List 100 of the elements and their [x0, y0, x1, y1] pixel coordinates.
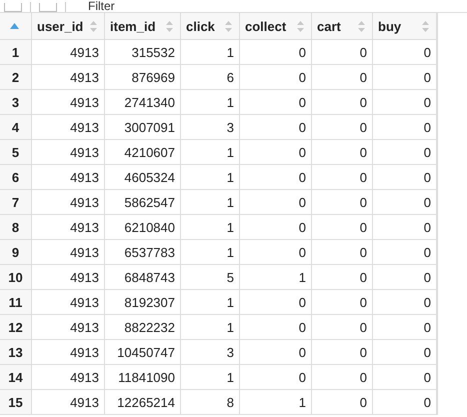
- table-cell: 1: [181, 240, 240, 264]
- table-cell: 0: [312, 215, 373, 239]
- table-cell: 0: [373, 165, 437, 189]
- column-header[interactable]: cart: [312, 13, 373, 39]
- table-cell: 1: [181, 90, 240, 114]
- sort-icon: [358, 20, 365, 32]
- table-cell: 0: [240, 190, 312, 214]
- column-header[interactable]: user_id: [32, 13, 105, 39]
- table-cell: 0: [312, 240, 373, 264]
- table-cell: 0: [373, 215, 437, 239]
- table-cell: 0: [373, 190, 437, 214]
- table-cell: 3: [181, 115, 240, 139]
- table-cell: 4913: [32, 65, 105, 89]
- table-cell: 4913: [32, 40, 105, 64]
- table-cell: 4913: [32, 265, 105, 289]
- row-number: 13: [0, 340, 32, 364]
- row-number: 4: [0, 115, 32, 139]
- table-cell: 0: [373, 315, 437, 339]
- table-cell: 1: [181, 165, 240, 189]
- table-cell: 11841090: [105, 365, 181, 389]
- table-cell: 4913: [32, 240, 105, 264]
- table-cell: 4210607: [105, 140, 181, 164]
- table-cell: 0: [240, 115, 312, 139]
- table-cell: 1: [181, 215, 240, 239]
- table-cell: 0: [312, 40, 373, 64]
- table-cell: 0: [312, 290, 373, 314]
- table-cell: 0: [312, 140, 373, 164]
- sort-icon: [90, 20, 97, 32]
- row-number: 12: [0, 315, 32, 339]
- table-cell: 6210840: [105, 215, 181, 239]
- table-cell: 0: [373, 140, 437, 164]
- table-cell: 4913: [32, 90, 105, 114]
- filter-button[interactable]: Filter: [74, 0, 115, 12]
- table-cell: 4913: [32, 115, 105, 139]
- table-cell: 0: [373, 65, 437, 89]
- table-cell: 0: [240, 140, 312, 164]
- table-cell: 6848743: [105, 265, 181, 289]
- table-cell: 8822232: [105, 315, 181, 339]
- table-cell: 315532: [105, 40, 181, 64]
- table-cell: 0: [373, 40, 437, 64]
- table-cell: 1: [181, 315, 240, 339]
- table-cell: 1: [181, 40, 240, 64]
- sort-icon: [297, 20, 304, 32]
- table-cell: 6537783: [105, 240, 181, 264]
- table-cell: 0: [240, 65, 312, 89]
- table-cell: 0: [312, 190, 373, 214]
- row-number: 7: [0, 190, 32, 214]
- sort-icon: [225, 20, 232, 32]
- table-cell: 0: [312, 315, 373, 339]
- row-number: 14: [0, 365, 32, 389]
- table-cell: 0: [312, 90, 373, 114]
- table-cell: 8192307: [105, 290, 181, 314]
- table-cell: 2741340: [105, 90, 181, 114]
- table-cell: 4605324: [105, 165, 181, 189]
- table-cell: 0: [240, 240, 312, 264]
- row-number: 8: [0, 215, 32, 239]
- row-number: 6: [0, 165, 32, 189]
- table-cell: 1: [240, 390, 312, 414]
- row-number: 15: [0, 390, 32, 414]
- column-header[interactable]: item_id: [105, 13, 181, 39]
- row-number: 10: [0, 265, 32, 289]
- table-cell: 876969: [105, 65, 181, 89]
- table-cell: 0: [312, 340, 373, 364]
- table-cell: 0: [373, 240, 437, 264]
- table-cell: 6: [181, 65, 240, 89]
- table-cell: 0: [312, 115, 373, 139]
- table-cell: 4913: [32, 215, 105, 239]
- column-header[interactable]: collect: [240, 13, 312, 39]
- table-cell: 1: [240, 265, 312, 289]
- table-cell: 0: [312, 390, 373, 414]
- table-cell: 0: [312, 65, 373, 89]
- table-cell: 5: [181, 265, 240, 289]
- table-cell: 0: [373, 365, 437, 389]
- table-cell: 0: [312, 265, 373, 289]
- table-cell: 4913: [32, 290, 105, 314]
- table-cell: 12265214: [105, 390, 181, 414]
- column-header[interactable]: click: [181, 13, 240, 39]
- table-cell: 1: [181, 140, 240, 164]
- table-cell: 4913: [32, 365, 105, 389]
- table-cell: 4913: [32, 190, 105, 214]
- table-cell: 0: [240, 365, 312, 389]
- row-number: 9: [0, 240, 32, 264]
- row-number: 5: [0, 140, 32, 164]
- table-cell: 1: [181, 290, 240, 314]
- row-number: 2: [0, 65, 32, 89]
- column-header[interactable]: buy: [373, 13, 437, 39]
- table-cell: 0: [240, 290, 312, 314]
- table-cell: 8: [181, 390, 240, 414]
- table-cell: 0: [312, 365, 373, 389]
- table-cell: 0: [373, 390, 437, 414]
- table-cell: 4913: [32, 340, 105, 364]
- sort-icon: [422, 20, 429, 32]
- table-cell: 0: [373, 290, 437, 314]
- table-cell: 4913: [32, 315, 105, 339]
- sort-icon: [166, 20, 173, 32]
- table-cell: 0: [240, 40, 312, 64]
- table-cell: 0: [373, 90, 437, 114]
- table-cell: 4913: [32, 390, 105, 414]
- table-cell: 4913: [32, 140, 105, 164]
- table-cell: 0: [240, 215, 312, 239]
